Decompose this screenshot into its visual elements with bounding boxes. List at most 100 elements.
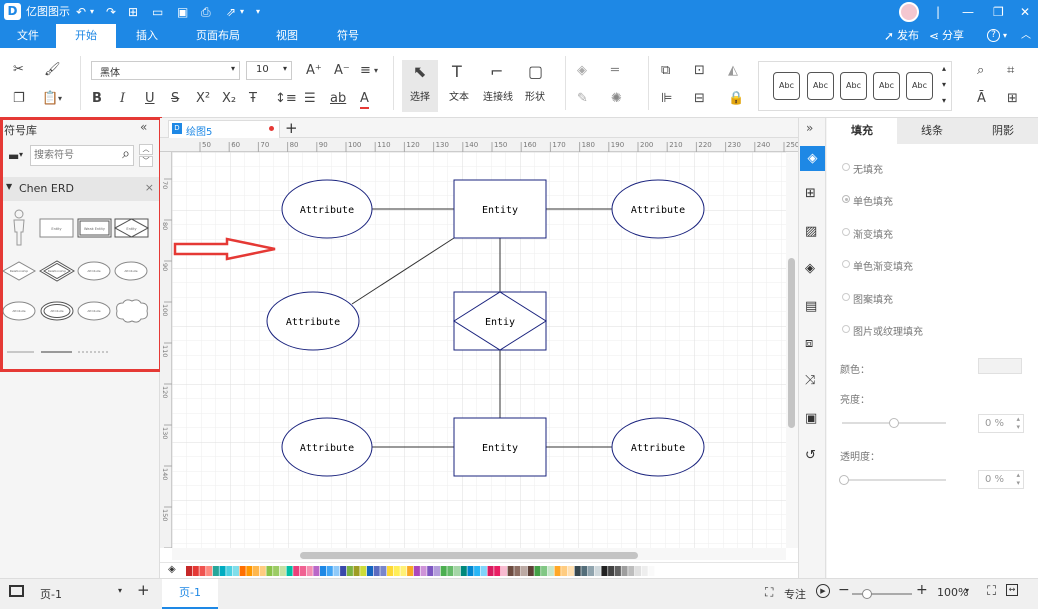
undo-icon[interactable]: ↶ [76,0,86,24]
style-preset[interactable]: Abc [807,72,834,100]
save-icon[interactable]: ▣ [177,0,188,24]
tab-shadow[interactable]: 阴影 [967,118,1038,144]
fill-color-icon[interactable]: ◈ [577,63,587,79]
align-icon[interactable]: ≡ [360,63,371,79]
transparency-slider-thumb[interactable] [839,475,849,485]
underline-icon[interactable]: U [145,91,155,107]
crop-icon[interactable]: ⌗ [1007,63,1014,79]
find-icon[interactable]: ⌕ [977,63,984,79]
align-objects-icon[interactable]: ⊫ [661,91,672,107]
text-case-icon[interactable]: Ŧ [249,91,257,107]
copy-icon[interactable]: ❐ [13,91,25,107]
select-tool-icon[interactable]: ⬉ [413,64,426,80]
maximize-icon[interactable]: ❐ [993,0,1004,24]
vertical-scroll-thumb[interactable] [788,258,795,428]
add-page-button[interactable]: + [137,581,150,599]
line-spacing-icon[interactable]: ↕≡ [275,91,297,107]
entity-shape-top[interactable]: Entity [453,179,547,239]
avatar[interactable] [899,2,919,22]
play-icon[interactable]: ▶ [816,584,830,598]
group-icon[interactable]: ⊡ [694,63,705,79]
style-preset[interactable]: Abc [773,72,800,100]
gallery-scroll-down-icon[interactable]: ▾ [942,80,946,89]
lock-icon[interactable]: 🔒 [728,91,744,107]
brightness-input[interactable]: 0 % ▴ ▾ [978,414,1024,433]
style-preset[interactable]: Abc [873,72,900,100]
document-tab[interactable]: D 绘图5 [168,120,280,138]
format-icon[interactable]: ⧈ [805,336,813,351]
transparency-input[interactable]: 0 % ▴ ▾ [978,470,1024,489]
text-tool-label[interactable]: 文本 [449,88,469,103]
publish-icon[interactable]: ➚ [884,24,894,48]
transparency-slider-track[interactable] [842,479,946,481]
tab-fill[interactable]: 填充 [827,118,897,144]
redo-icon[interactable]: ↷ [106,0,116,24]
export-dropdown-icon[interactable]: ▾ [240,0,244,24]
zoom-out-button[interactable]: − [838,582,850,598]
align-dropdown-icon[interactable]: ▾ [374,63,378,79]
attribute-shape-top-right[interactable]: Attribute [611,179,705,239]
attribute-shape-bottom-left[interactable]: Attribute [281,417,373,477]
page-tab[interactable]: 页-1 [162,579,218,609]
option-pattern-fill[interactable]: 图案填充 [853,291,893,306]
help-dropdown-icon[interactable]: ▾ [1003,24,1007,48]
associative-entity-shape-mid[interactable]: Entiy [453,291,547,351]
page-view-toggle-icon[interactable] [9,585,24,597]
option-solid-fill[interactable]: 单色填充 [853,193,893,208]
tab-page-layout[interactable]: 页面布局 [193,24,243,48]
spin-down-icon[interactable]: ▾ [1016,423,1020,431]
tab-home[interactable]: 开始 [56,24,116,48]
help-button[interactable]: ? [987,29,1000,42]
highlight-icon[interactable]: ab [330,91,346,107]
option-picture-fill[interactable]: 图片或纹理填充 [853,323,923,338]
share-icon[interactable]: ⋖ [929,24,939,48]
focus-button[interactable]: 专注 [784,586,806,602]
radio-gradient-fill[interactable] [842,228,850,236]
shape-tool-label[interactable]: 形状 [525,88,545,103]
attribute-shape-bottom-right[interactable]: Attribute [611,417,705,477]
tab-insert[interactable]: 插入 [127,24,167,48]
line-style-icon[interactable]: ═ [611,63,619,79]
bullets-icon[interactable]: ☰ [304,91,316,107]
print-icon[interactable]: ⎙ [201,0,211,24]
gallery-more-icon[interactable]: ▾ [942,96,946,105]
page-icon[interactable]: ▤ [805,299,817,314]
undo-dropdown-icon[interactable]: ▾ [90,0,94,24]
option-gradient-fill[interactable]: 渐变填充 [853,226,893,241]
quick-access-dropdown-icon[interactable]: ▾ [256,0,260,24]
zoom-in-button[interactable]: + [916,582,928,598]
layers-icon[interactable]: ◈ [805,261,815,276]
image-icon[interactable]: ▨ [805,224,817,239]
focus-icon[interactable]: ⛶ [765,585,773,600]
minimize-icon[interactable]: — [962,0,974,24]
tab-file[interactable]: 文件 [8,24,48,48]
text-tool-icon[interactable]: T [452,64,462,80]
effects-icon[interactable]: ✺ [611,91,622,107]
fill-tool-icon[interactable]: ◈ [800,146,825,171]
minimize-ribbon-icon[interactable]: | [936,0,940,24]
connector-tool-icon[interactable]: ⌐ [490,64,503,80]
collapse-ribbon-icon[interactable]: ︿ [1021,24,1031,48]
style-preset[interactable]: Abc [906,72,933,100]
zoom-slider-thumb[interactable] [862,589,872,599]
spin-up-icon[interactable]: ▴ [1016,471,1020,479]
subscript-icon[interactable]: X₂ [222,91,236,107]
zoom-slider-track[interactable] [852,593,912,595]
fit-page-icon[interactable]: ⛶ [987,584,996,599]
font-family-select[interactable]: 黑体 ▾ [91,61,240,80]
format-painter-icon[interactable]: 🖌 [44,62,61,78]
arrange-icon[interactable]: ⧉ [661,63,670,79]
add-tab-button[interactable]: + [285,118,298,138]
export-icon[interactable]: ⇗ [226,0,236,24]
style-preset[interactable]: Abc [840,72,867,100]
open-icon[interactable]: ▭ [152,0,163,24]
color-swatches[interactable] [186,566,796,577]
bold-icon[interactable]: B [92,91,102,107]
shape-tool-icon[interactable]: ▢ [528,64,543,80]
grid-icon[interactable]: ⊞ [805,186,816,201]
fill-bucket-icon[interactable]: ◈ [168,564,176,575]
history-icon[interactable]: ↺ [805,448,816,463]
option-mono-gradient-fill[interactable]: 单色渐变填充 [853,258,913,273]
tab-symbols[interactable]: 符号 [328,24,368,48]
select-tool-label[interactable]: 选择 [410,88,430,103]
